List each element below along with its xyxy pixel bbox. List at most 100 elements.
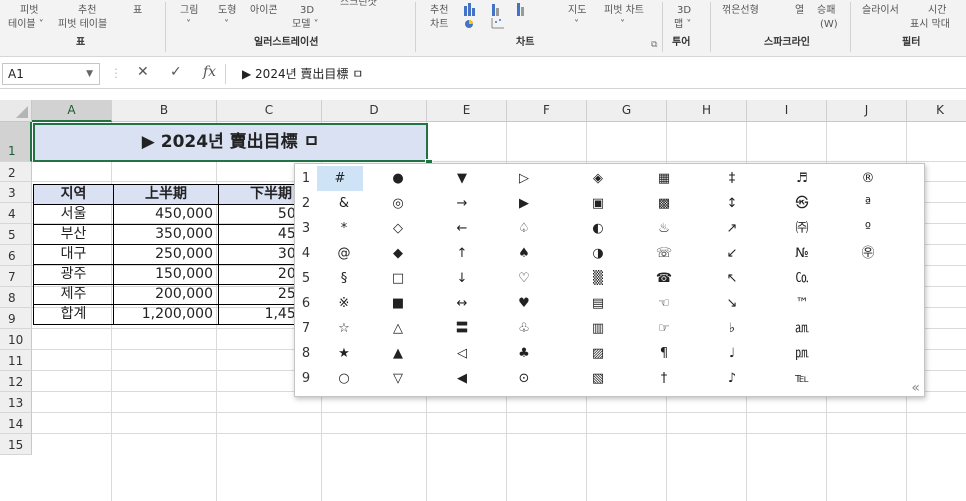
column-header[interactable]: K bbox=[907, 100, 966, 122]
symbol-option[interactable]: ▤ bbox=[565, 291, 631, 316]
symbol-option[interactable]: ▶ bbox=[491, 191, 557, 216]
column-header[interactable]: A bbox=[32, 100, 112, 122]
ribbon-item[interactable]: 차트 bbox=[430, 18, 448, 32]
symbol-option[interactable]: ♬ bbox=[769, 166, 835, 191]
symbol-option[interactable]: ▩ bbox=[631, 191, 697, 216]
row-header[interactable]: 6 bbox=[0, 245, 32, 266]
row-header[interactable]: 9 bbox=[0, 308, 32, 329]
symbol-option[interactable]: ● bbox=[365, 166, 431, 191]
insert-function-icon[interactable]: fx bbox=[203, 64, 216, 80]
formula-input[interactable]: ▶ 2024년 賣出目標 ㅁ bbox=[242, 64, 363, 84]
symbol-option[interactable]: ⊙ bbox=[491, 366, 557, 391]
row-header[interactable]: 4 bbox=[0, 203, 32, 224]
ribbon-item[interactable]: ˅ bbox=[620, 18, 625, 32]
symbol-option[interactable]: ♪ bbox=[699, 366, 765, 391]
region-cell[interactable]: 부산 bbox=[33, 224, 114, 245]
symbol-option[interactable]: ↘ bbox=[699, 291, 765, 316]
ribbon-item[interactable]: 열 bbox=[795, 4, 804, 18]
expand-icon[interactable]: « bbox=[911, 380, 920, 396]
symbol-option[interactable]: ♩ bbox=[699, 341, 765, 366]
symbol-option[interactable]: ↕ bbox=[699, 191, 765, 216]
symbol-option[interactable]: ◁ bbox=[429, 341, 495, 366]
row-header[interactable]: 11 bbox=[0, 350, 32, 371]
ribbon-item[interactable]: 3D bbox=[300, 4, 314, 18]
symbol-option[interactable]: ▷ bbox=[491, 166, 557, 191]
ribbon-item[interactable]: (W) bbox=[820, 18, 838, 32]
ribbon-item[interactable]: 피벗 테이블 bbox=[58, 18, 107, 32]
ribbon-item[interactable]: 아이콘 bbox=[250, 4, 278, 18]
symbol-option[interactable]: № bbox=[769, 241, 835, 266]
row-header[interactable]: 8 bbox=[0, 287, 32, 308]
ribbon-item[interactable]: 표시 막대 bbox=[910, 18, 950, 32]
symbol-option[interactable]: ㏇ bbox=[769, 266, 835, 291]
symbol-option[interactable]: ☜ bbox=[631, 291, 697, 316]
symbol-option[interactable]: ♨ bbox=[631, 216, 697, 241]
symbol-option[interactable]: ☏ bbox=[631, 241, 697, 266]
dialog-launcher-icon[interactable]: ⧉ bbox=[651, 40, 657, 50]
ribbon-item[interactable]: 슬라이서 bbox=[862, 4, 899, 18]
row-header[interactable]: 5 bbox=[0, 224, 32, 245]
value-cell[interactable]: 350,000 bbox=[113, 224, 219, 245]
symbol-option[interactable]: ■ bbox=[365, 291, 431, 316]
symbol-option[interactable]: ◀ bbox=[429, 366, 495, 391]
ribbon-item[interactable]: 스크린샷 ˅ bbox=[340, 0, 385, 10]
symbol-option[interactable]: ♧ bbox=[491, 316, 557, 341]
row-header[interactable]: 12 bbox=[0, 371, 32, 392]
ribbon-item[interactable]: ˅ bbox=[224, 18, 229, 32]
symbol-option[interactable]: ㏂ bbox=[769, 316, 835, 341]
symbol-option[interactable]: ▼ bbox=[429, 166, 495, 191]
ribbon-item[interactable]: 추천 bbox=[78, 4, 96, 18]
symbol-option[interactable]: ◈ bbox=[565, 166, 631, 191]
symbol-option[interactable]: ℡ bbox=[769, 366, 835, 391]
column-header[interactable]: D bbox=[322, 100, 427, 122]
ribbon-item[interactable]: ˅ bbox=[574, 18, 579, 32]
ribbon-item[interactable]: 그림 bbox=[180, 4, 198, 18]
symbol-option[interactable]: 〓 bbox=[429, 316, 495, 341]
ribbon-item[interactable]: 추천 bbox=[430, 4, 448, 18]
symbol-option[interactable]: ◑ bbox=[565, 241, 631, 266]
symbol-option[interactable]: ▧ bbox=[565, 366, 631, 391]
symbol-option[interactable]: ㈜ bbox=[769, 216, 835, 241]
region-cell[interactable]: 합계 bbox=[33, 304, 114, 325]
select-all-button[interactable] bbox=[0, 100, 32, 122]
ribbon-item[interactable]: 3D bbox=[677, 4, 691, 18]
row-header[interactable]: 15 bbox=[0, 434, 32, 455]
symbol-option[interactable]: △ bbox=[365, 316, 431, 341]
symbol-option[interactable]: ◆ bbox=[365, 241, 431, 266]
column-header[interactable]: B bbox=[112, 100, 217, 122]
symbol-option[interactable]: ◐ bbox=[565, 216, 631, 241]
ribbon-item[interactable]: 테이블 ˅ bbox=[8, 18, 44, 32]
cancel-icon[interactable]: ✕ bbox=[137, 64, 149, 80]
symbol-option[interactable]: ♭ bbox=[699, 316, 765, 341]
region-cell[interactable]: 서울 bbox=[33, 204, 114, 225]
region-cell[interactable]: 광주 bbox=[33, 264, 114, 285]
symbol-option[interactable]: → bbox=[429, 191, 495, 216]
more-options-icon[interactable]: ⋮ bbox=[110, 66, 122, 80]
ribbon-item[interactable]: 피벗 차트 bbox=[604, 4, 644, 18]
region-cell[interactable]: 대구 bbox=[33, 244, 114, 265]
symbol-option[interactable]: ㏘ bbox=[769, 341, 835, 366]
symbol-option[interactable]: ↑ bbox=[429, 241, 495, 266]
symbol-option[interactable]: ㉿ bbox=[769, 191, 835, 216]
column-header[interactable]: H bbox=[667, 100, 747, 122]
symbol-option[interactable]: ▲ bbox=[365, 341, 431, 366]
symbol-option[interactable]: ㉾ bbox=[835, 241, 901, 266]
row-header[interactable]: 2 bbox=[0, 162, 32, 182]
row-header[interactable]: 1 bbox=[0, 122, 32, 162]
value-cell[interactable]: 450,000 bbox=[113, 204, 219, 225]
symbol-option[interactable]: ☎ bbox=[631, 266, 697, 291]
enter-icon[interactable]: ✓ bbox=[170, 64, 182, 80]
symbol-option[interactable]: ↗ bbox=[699, 216, 765, 241]
symbol-option[interactable]: ↖ bbox=[699, 266, 765, 291]
symbol-option[interactable]: ☞ bbox=[631, 316, 697, 341]
ribbon-item[interactable]: 꺾은선형 bbox=[722, 4, 759, 18]
symbol-option[interactable]: ▥ bbox=[565, 316, 631, 341]
value-cell[interactable]: 1,200,000 bbox=[113, 304, 219, 325]
title-cell[interactable]: ▶ 2024년 賣出目標 ㅁ bbox=[33, 123, 428, 162]
ribbon-item[interactable]: 표 bbox=[133, 4, 142, 18]
symbol-option[interactable]: ▣ bbox=[565, 191, 631, 216]
symbol-option[interactable]: ª bbox=[835, 191, 901, 216]
symbol-option[interactable]: ♡ bbox=[491, 266, 557, 291]
row-header[interactable]: 14 bbox=[0, 413, 32, 434]
symbol-option[interactable]: □ bbox=[365, 266, 431, 291]
